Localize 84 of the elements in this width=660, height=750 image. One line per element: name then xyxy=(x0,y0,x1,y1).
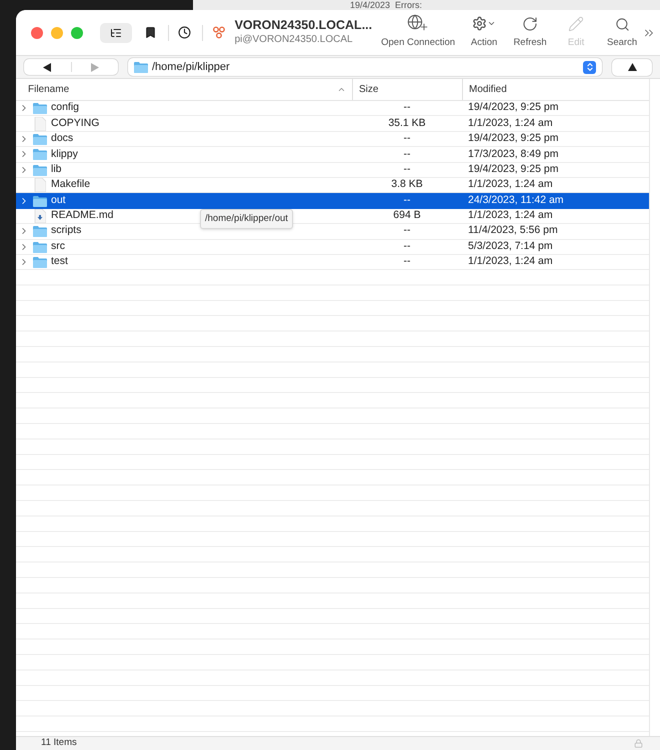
file-row[interactable]: COPYING 35.1 KB 1/1/2023, 1:24 am xyxy=(16,116,649,132)
folder-icon xyxy=(33,194,47,207)
forward-arrow-icon xyxy=(90,62,100,72)
tooltip: /home/pi/klipper/out xyxy=(200,208,293,230)
file-name: test xyxy=(51,254,68,270)
folder-icon xyxy=(33,148,47,160)
background-text: 19/4/2023 xyxy=(350,0,390,10)
folder-icon xyxy=(33,240,47,253)
column-header[interactable]: Modified xyxy=(462,79,649,100)
file-row[interactable]: out -- 24/3/2023, 11:42 am xyxy=(16,193,649,209)
back-arrow-icon xyxy=(42,62,52,72)
modified-date: 1/1/2023, 1:24 am xyxy=(467,116,553,131)
file-row[interactable]: klippy -- 17/3/2023, 8:49 pm xyxy=(16,147,649,163)
modified-date: 17/3/2023, 8:49 pm xyxy=(467,146,558,162)
file-size: -- xyxy=(402,223,412,238)
file-size: 3.8 KB xyxy=(390,177,424,192)
modified-date: 24/3/2023, 11:42 am xyxy=(467,192,564,208)
up-button[interactable] xyxy=(612,58,652,76)
refresh-icon xyxy=(522,16,538,32)
item-count: 11 Items xyxy=(41,736,77,750)
file-name: src xyxy=(51,238,65,254)
file-name: lib xyxy=(51,162,62,177)
file-row[interactable]: src -- 5/3/2023, 7:14 pm xyxy=(16,240,649,255)
file-size: -- xyxy=(402,100,412,116)
file-name: config xyxy=(51,100,80,116)
modified-date: 19/4/2023, 9:25 pm xyxy=(467,100,558,116)
window-subtitle: pi@VORON24350.LOCAL xyxy=(234,34,354,47)
file-row[interactable]: test -- 1/1/2023, 1:24 am xyxy=(16,254,649,270)
background-text: Errors: xyxy=(395,0,422,10)
file-icon xyxy=(34,178,46,192)
file-size: -- xyxy=(402,192,412,208)
file-name: docs xyxy=(51,131,74,146)
file-name: scripts xyxy=(51,223,82,238)
file-row[interactable]: docs -- 19/4/2023, 9:25 pm xyxy=(16,132,649,148)
modified-date: 19/4/2023, 9:25 pm xyxy=(467,131,558,146)
file-size: -- xyxy=(402,238,412,254)
file-name: klippy xyxy=(51,146,78,162)
close-button[interactable] xyxy=(31,26,43,38)
file-name: Makefile xyxy=(51,177,90,192)
up-arrow-icon xyxy=(628,62,636,72)
toolbar-button[interactable]: Refresh xyxy=(510,16,550,51)
file-icon xyxy=(34,116,46,131)
stepper-icon xyxy=(583,60,596,74)
file-size: 35.1 KB xyxy=(387,116,427,131)
modified-date: 1/1/2023, 1:24 am xyxy=(467,254,553,270)
folder-icon xyxy=(33,225,47,238)
column-header[interactable]: Size xyxy=(352,79,462,100)
search-icon xyxy=(614,17,630,32)
modified-date: 5/3/2023, 7:14 pm xyxy=(467,238,553,254)
lock-icon xyxy=(634,739,643,748)
modified-date: 19/4/2023, 9:25 pm xyxy=(467,162,558,177)
path-field[interactable]: /home/pi/klipper xyxy=(128,58,602,76)
sidebar-toggle-button[interactable] xyxy=(100,22,132,42)
window-title: VORON24350.LOCAL... xyxy=(234,18,372,34)
globe-plus-icon xyxy=(407,14,430,32)
file-name: COPYING xyxy=(51,116,100,131)
modified-date: 1/1/2023, 1:24 am xyxy=(467,177,553,192)
toolbar-button[interactable]: Search xyxy=(602,17,642,51)
gear-icon xyxy=(472,14,496,32)
folder-icon xyxy=(33,102,47,114)
file-row[interactable]: config -- 19/4/2023, 9:25 pm xyxy=(16,101,649,116)
modified-date: 11/4/2023, 5:56 pm xyxy=(467,223,558,238)
folder-icon xyxy=(33,132,47,145)
document-icon xyxy=(34,208,46,223)
file-size: -- xyxy=(402,146,412,162)
file-row[interactable]: lib -- 19/4/2023, 9:25 pm xyxy=(16,162,649,178)
file-size: -- xyxy=(402,131,412,146)
pencil-icon xyxy=(568,16,584,32)
file-name: README.md xyxy=(51,208,114,224)
toolbar-button[interactable]: Open Connection xyxy=(378,14,458,51)
column-header[interactable]: Filename xyxy=(16,79,352,100)
list-tree-icon xyxy=(110,26,122,38)
file-size: -- xyxy=(402,162,412,177)
folder-icon xyxy=(134,61,148,73)
folder-icon xyxy=(33,256,47,268)
bookmark-icon xyxy=(144,26,158,39)
modified-date: 1/1/2023, 1:24 am xyxy=(467,208,553,224)
file-size: -- xyxy=(402,254,412,270)
folder-icon xyxy=(33,164,47,176)
file-size: 694 B xyxy=(392,208,422,224)
toolbar-button[interactable]: Action xyxy=(464,14,504,51)
app-logo-icon xyxy=(212,26,226,40)
file-name: out xyxy=(51,192,66,208)
clock-icon xyxy=(178,26,192,39)
